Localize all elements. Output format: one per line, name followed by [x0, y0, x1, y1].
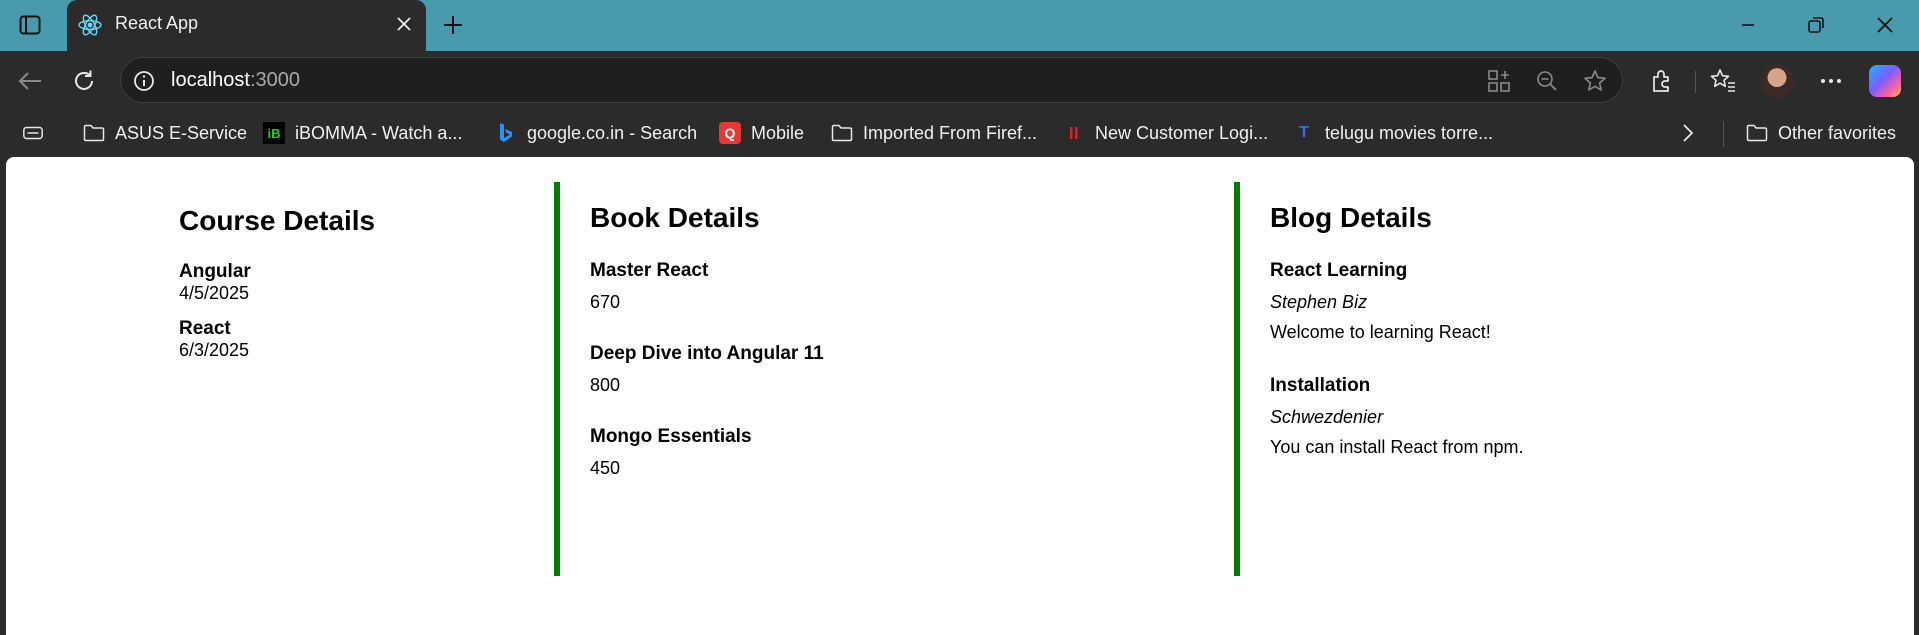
folder-icon [83, 122, 105, 144]
bookmark-item[interactable]: Imported From Firef... [831, 120, 1037, 146]
blog-details-title: Blog Details [1270, 202, 1432, 233]
other-favorites[interactable]: Other favorites [1746, 120, 1896, 146]
bing-icon [495, 122, 517, 144]
bookmark-label: ASUS E-Service [115, 122, 248, 143]
course-details-section: Course Details Angular 4/5/2025 React 6/… [179, 182, 559, 361]
blog-title: React Learning [1270, 260, 1408, 281]
book-item: Master React 670 [590, 260, 1234, 313]
course-item: Angular 4/5/2025 [179, 261, 559, 304]
blog-author: Schwezdenier [1270, 407, 1384, 427]
app-available-icon[interactable] [1486, 68, 1512, 94]
browser-tab-active[interactable]: React App [67, 0, 426, 51]
refresh-icon[interactable] [68, 65, 100, 97]
book-details-section: Book Details Master React 670 Deep Dive … [554, 182, 1234, 576]
site-info-icon[interactable] [131, 68, 157, 94]
course-details-title: Course Details [179, 205, 376, 236]
blog-content: You can install React from npm. [1270, 437, 1524, 457]
bookmarks-divider [1723, 121, 1724, 147]
bookmark-item[interactable]: New Customer Logi... [1063, 120, 1268, 146]
url-host: localhost [171, 69, 250, 91]
book-item: Deep Dive into Angular 11 800 [590, 343, 1234, 396]
browser-toolbar: localhost:3000 [0, 51, 1919, 111]
other-favorites-label: Other favorites [1778, 122, 1897, 143]
mobile-app-icon: Q [719, 122, 741, 144]
page-viewport: Course Details Angular 4/5/2025 React 6/… [6, 157, 1914, 635]
back-arrow-icon[interactable] [14, 65, 46, 97]
blog-content: Welcome to learning React! [1270, 322, 1491, 342]
new-tab-icon[interactable] [438, 10, 468, 40]
book-price: 670 [590, 292, 621, 312]
book-details-title: Book Details [590, 202, 760, 233]
profile-avatar[interactable] [1760, 64, 1794, 98]
ibomma-icon: iB [263, 122, 285, 144]
red-bars-icon [1063, 122, 1085, 144]
title-bar: React App [0, 0, 1919, 51]
bookmarks-overflow-icon[interactable] [1682, 120, 1694, 146]
bookmark-label: google.co.in - Search [527, 122, 698, 143]
extensions-icon[interactable] [1646, 65, 1678, 97]
restore-icon[interactable] [1802, 12, 1830, 38]
book-name: Mongo Essentials [590, 426, 752, 447]
bookmark-item[interactable]: iB iBOMMA - Watch a... [263, 120, 462, 146]
book-name: Master React [590, 260, 709, 281]
tab-title: React App [115, 13, 199, 33]
tab-actions-icon[interactable] [16, 12, 44, 38]
course-name: React [179, 318, 231, 339]
bookmark-item[interactable]: google.co.in - Search [495, 120, 697, 146]
book-name: Deep Dive into Angular 11 [590, 343, 824, 364]
bookmarks-bar: ASUS E-Service iB iBOMMA - Watch a... go… [0, 111, 1919, 156]
bookmark-item[interactable]: T telugu movies torre... [1293, 120, 1493, 146]
bookmark-item[interactable]: ASUS E-Service [83, 120, 247, 146]
folder-icon [1746, 122, 1768, 144]
blog-title: Installation [1270, 375, 1371, 396]
more-options-icon[interactable] [1815, 65, 1847, 97]
folder-icon [831, 122, 853, 144]
bookmark-label: telugu movies torre... [1325, 122, 1494, 143]
t-icon: T [1299, 124, 1309, 141]
blog-item: React Learning Stephen Biz Welcome to le… [1270, 260, 1834, 343]
address-bar[interactable]: localhost:3000 [120, 57, 1623, 103]
reading-list-icon[interactable] [22, 120, 54, 146]
bookmark-label: iBOMMA - Watch a... [295, 122, 463, 143]
bookmark-label: Imported From Firef... [863, 122, 1038, 143]
book-price: 450 [590, 458, 621, 478]
bookmark-item[interactable]: Q Mobile [719, 120, 804, 146]
bookmark-label: New Customer Logi... [1095, 122, 1269, 143]
book-item: Mongo Essentials 450 [590, 426, 1234, 479]
url-text[interactable]: localhost:3000 [171, 69, 300, 92]
collections-icon [22, 122, 44, 144]
favorite-star-icon[interactable] [1582, 68, 1608, 94]
blog-item: Installation Schwezdenier You can instal… [1270, 375, 1834, 458]
bookmark-label: Mobile [751, 122, 805, 143]
book-price: 800 [590, 375, 621, 395]
course-name: Angular [179, 261, 251, 282]
close-tab-icon[interactable] [394, 14, 414, 34]
copilot-icon[interactable] [1869, 65, 1901, 97]
url-port: :3000 [249, 69, 300, 91]
course-item: React 6/3/2025 [179, 318, 559, 361]
close-window-icon[interactable] [1871, 12, 1899, 38]
react-icon [77, 12, 103, 38]
course-date: 4/5/2025 [179, 283, 250, 303]
minimize-icon[interactable] [1734, 12, 1762, 38]
zoom-out-icon[interactable] [1534, 68, 1560, 94]
course-date: 6/3/2025 [179, 340, 250, 360]
toolbar-divider [1695, 71, 1696, 93]
favorites-icon[interactable] [1707, 65, 1739, 97]
blog-author: Stephen Biz [1270, 292, 1368, 312]
blog-details-section: Blog Details React Learning Stephen Biz … [1234, 182, 1834, 576]
